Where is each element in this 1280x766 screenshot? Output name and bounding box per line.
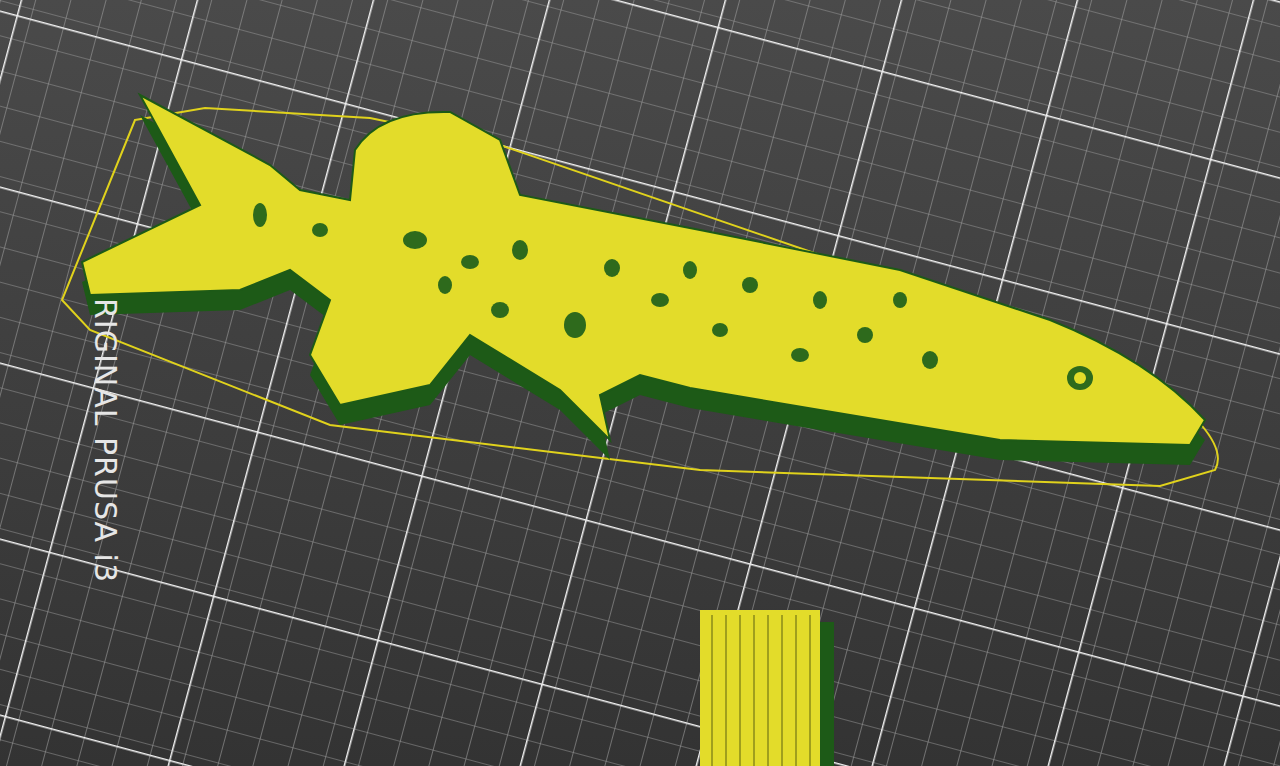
print-bed[interactable]: [0, 0, 1280, 766]
3d-preview[interactable]: RIGINAL PRUSA i3: [0, 0, 1280, 766]
pike-model[interactable]: [82, 95, 1205, 465]
second-object[interactable]: [700, 610, 834, 766]
bed-label: RIGINAL PRUSA i3: [89, 298, 122, 583]
